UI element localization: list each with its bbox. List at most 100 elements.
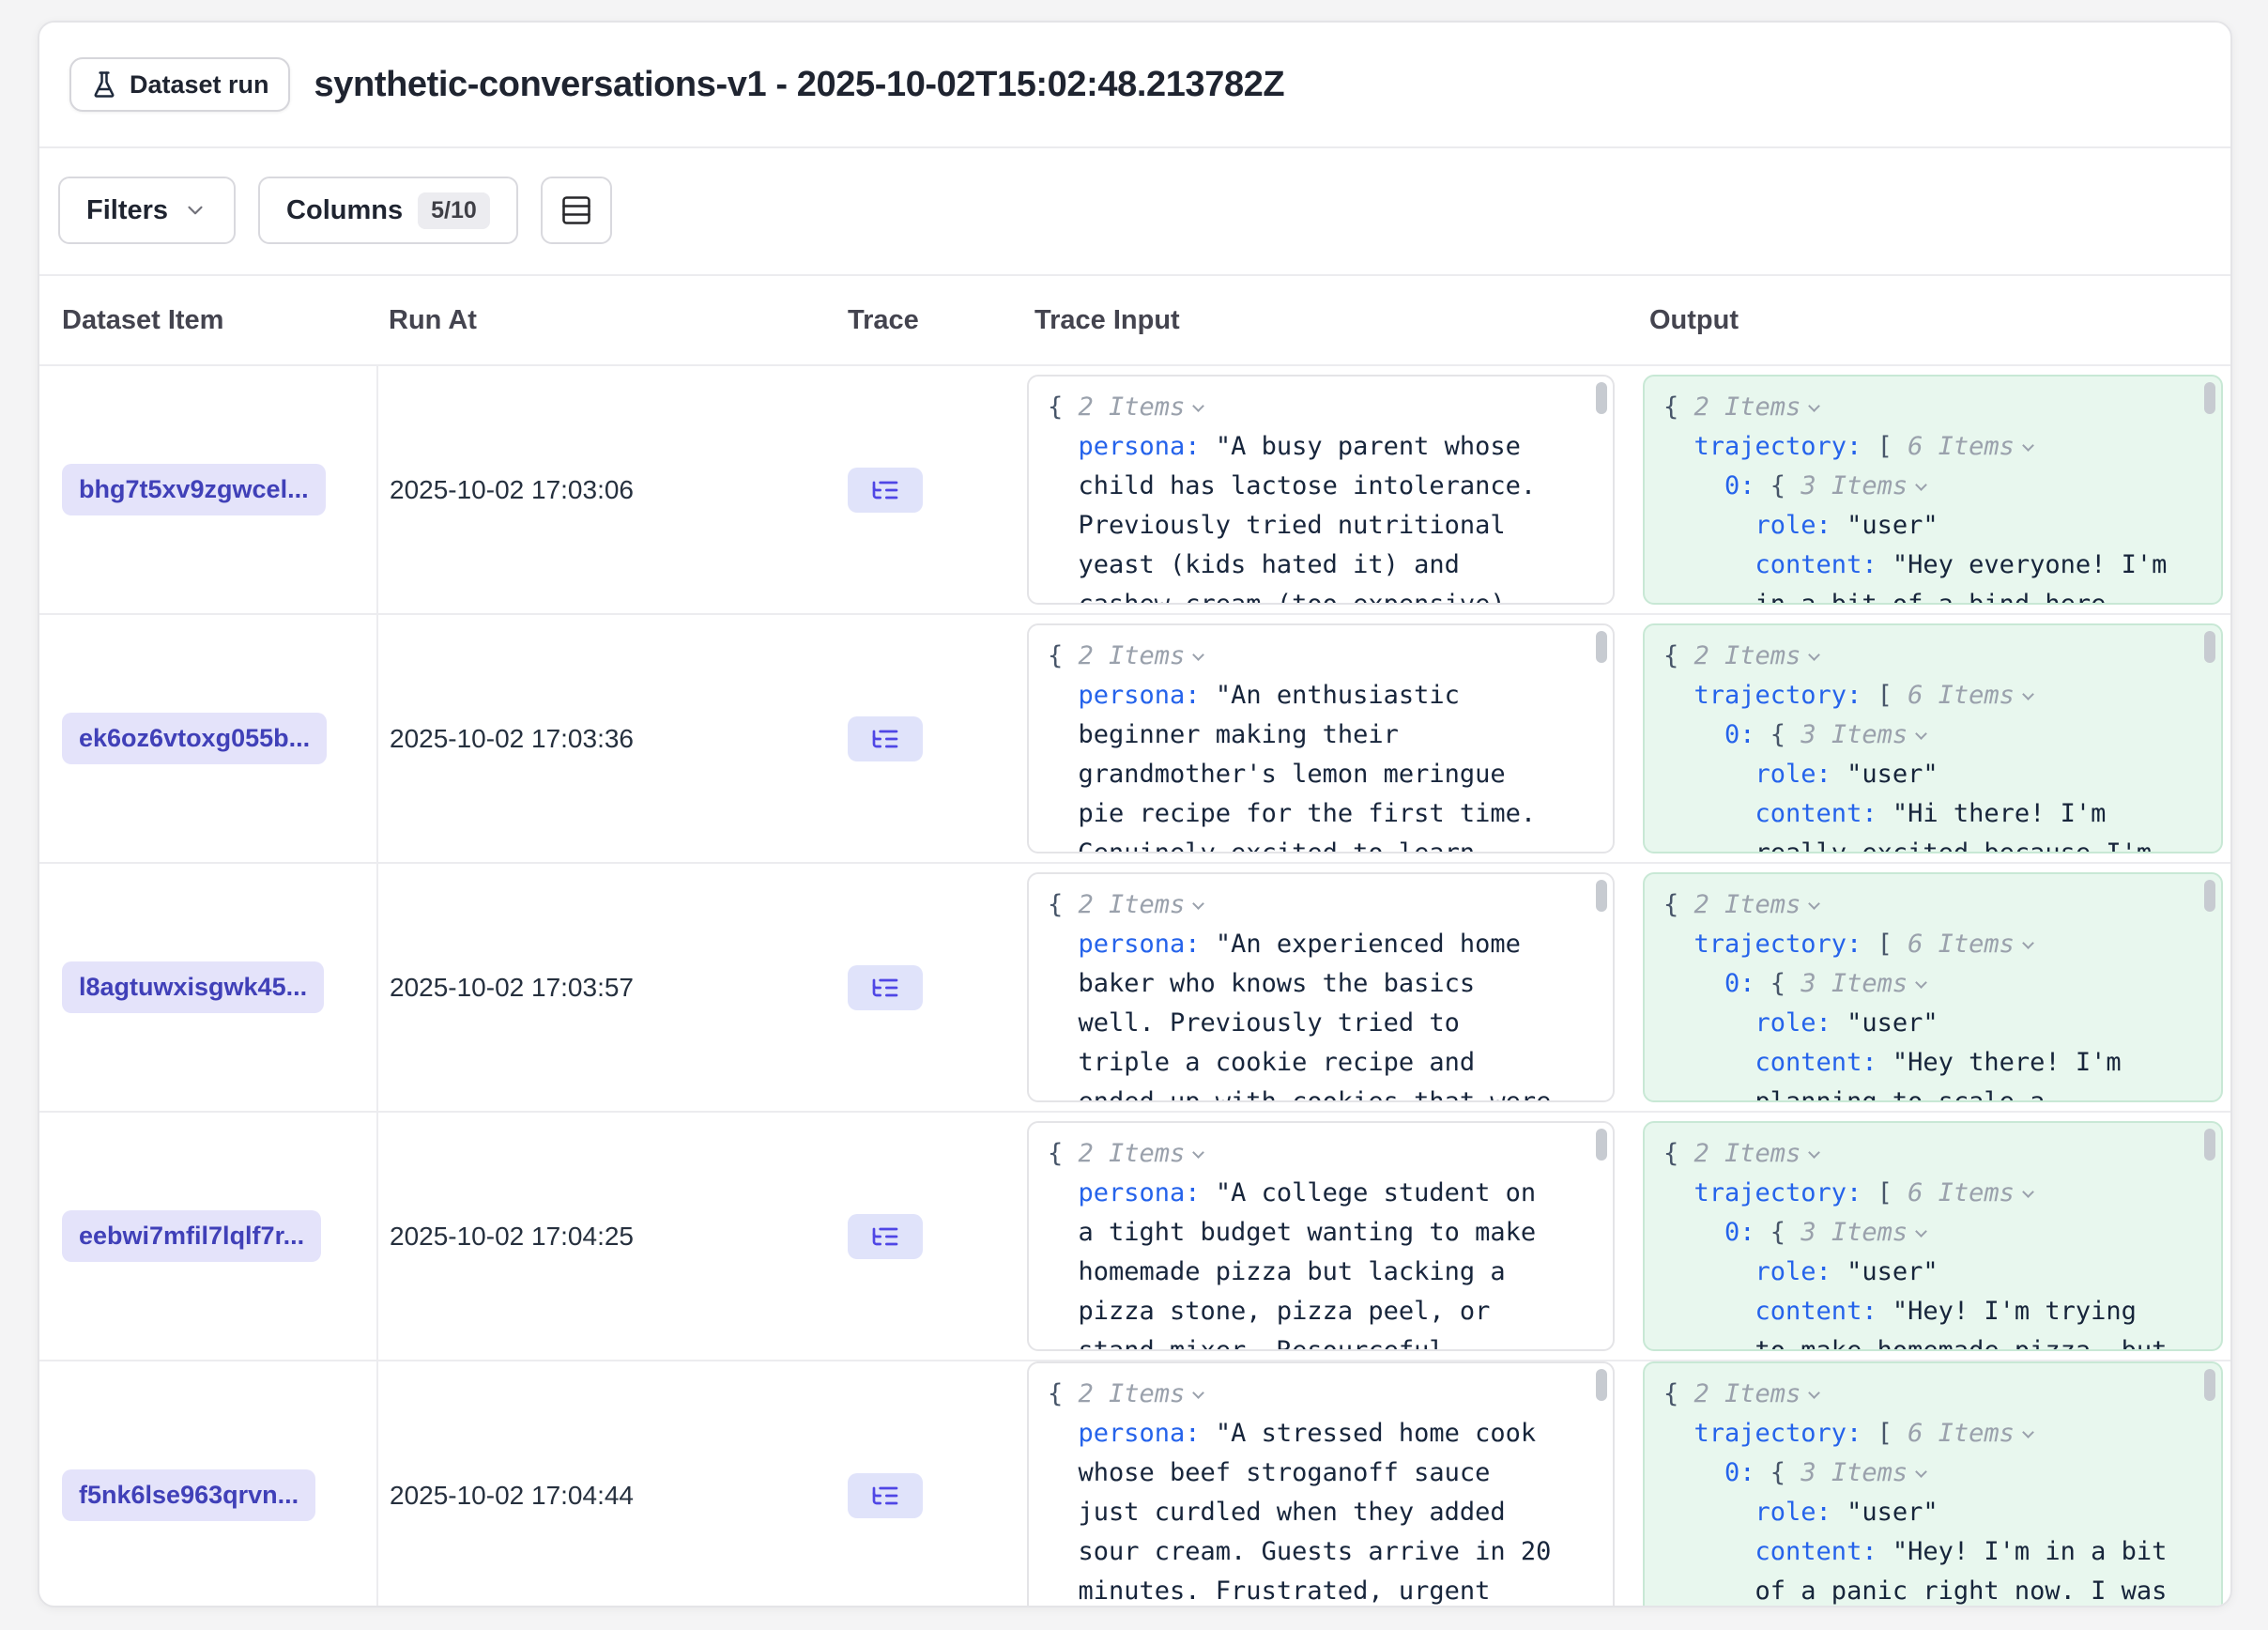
output-json[interactable]: { 2 Items trajectory: [ 6 Items 0: { 3 I… <box>1643 623 2223 853</box>
chevron-down-icon <box>1808 649 1820 661</box>
collapse-toggle[interactable]: 3 Items <box>1801 1218 1925 1247</box>
trace-cell <box>814 614 1006 863</box>
scrollbar-thumb[interactable] <box>2204 1369 2215 1401</box>
json-brace: { <box>1663 1139 1678 1168</box>
chevron-down-icon <box>1915 728 1927 740</box>
run-at-cell: 2025-10-02 17:03:57 <box>377 863 814 1112</box>
output-cell: { 2 Items trajectory: [ 6 Items 0: { 3 I… <box>1635 863 2230 1112</box>
filters-button[interactable]: Filters <box>58 177 236 244</box>
scrollbar-thumb[interactable] <box>2204 880 2215 912</box>
collapse-toggle[interactable]: 3 Items <box>1801 1458 1925 1487</box>
chevron-down-icon <box>2022 1426 2034 1438</box>
trace-button[interactable] <box>848 716 923 761</box>
column-header-trace: Trace <box>814 275 1006 365</box>
json-key: trajectory: <box>1694 681 1862 710</box>
collapse-toggle[interactable]: 2 Items <box>1694 1139 1819 1168</box>
json-brace: { <box>1770 720 1785 749</box>
dataset-item-pill[interactable]: l8agtuwxisgwk45... <box>62 961 324 1013</box>
chevron-down-icon <box>2022 1186 2034 1198</box>
output-json[interactable]: { 2 Items trajectory: [ 6 Items 0: { 3 I… <box>1643 375 2223 605</box>
trace-tree-icon <box>870 1222 900 1252</box>
json-key: persona: <box>1079 930 1201 959</box>
chevron-down-icon <box>1808 1146 1820 1159</box>
chevron-down-icon <box>2022 439 2034 452</box>
row-height-button[interactable] <box>541 177 612 244</box>
collapse-toggle[interactable]: 3 Items <box>1801 969 1925 998</box>
collapse-toggle[interactable]: 6 Items <box>1908 1178 2032 1207</box>
collapse-toggle[interactable]: 3 Items <box>1801 471 1925 500</box>
collapse-toggle[interactable]: 6 Items <box>1908 432 2032 461</box>
json-key: trajectory: <box>1694 432 1862 461</box>
dataset-item-pill[interactable]: bhg7t5xv9zgwcel... <box>62 464 326 515</box>
scrollbar-thumb[interactable] <box>2204 1129 2215 1161</box>
trace-tree-icon <box>870 475 900 505</box>
trace-input-cell: { 2 Items persona: "An enthusiastic begi… <box>1006 614 1635 863</box>
json-key: 0: <box>1724 471 1755 500</box>
trace-button[interactable] <box>848 468 923 513</box>
collapse-toggle[interactable]: 6 Items <box>1908 930 2032 959</box>
dataset-item-pill[interactable]: f5nk6lse963qrvn... <box>62 1469 315 1521</box>
chevron-down-icon <box>1192 400 1204 412</box>
chevron-down-icon <box>1915 479 1927 491</box>
collapse-toggle[interactable]: 2 Items <box>1079 1379 1203 1408</box>
json-value: "user" <box>1847 760 1939 789</box>
trace-tree-icon <box>870 1481 900 1511</box>
json-brace: { <box>1663 392 1678 422</box>
dataset-item-cell: l8agtuwxisgwk45... <box>39 863 377 1112</box>
json-key: trajectory: <box>1694 930 1862 959</box>
collapse-toggle[interactable]: 2 Items <box>1694 641 1819 670</box>
scrollbar-thumb[interactable] <box>2204 631 2215 663</box>
collapse-toggle[interactable]: 6 Items <box>1908 681 2032 710</box>
scrollbar-thumb[interactable] <box>1596 1369 1607 1401</box>
columns-button[interactable]: Columns 5/10 <box>258 177 518 244</box>
json-key: content: <box>1755 1048 1877 1077</box>
output-json[interactable]: { 2 Items trajectory: [ 6 Items 0: { 3 I… <box>1643 1361 2223 1607</box>
output-json[interactable]: { 2 Items trajectory: [ 6 Items 0: { 3 I… <box>1643 1121 2223 1351</box>
trace-input-json[interactable]: { 2 Items persona: "A college student on… <box>1027 1121 1615 1351</box>
dataset-item-pill[interactable]: eebwi7mfil7lqlf7r... <box>62 1210 321 1262</box>
collapse-toggle[interactable]: 2 Items <box>1079 890 1203 919</box>
json-key: persona: <box>1079 432 1201 461</box>
trace-button[interactable] <box>848 1214 923 1259</box>
trace-input-json[interactable]: { 2 Items persona: "An enthusiastic begi… <box>1027 623 1615 853</box>
collapse-toggle[interactable]: 6 Items <box>1908 1419 2032 1448</box>
output-json[interactable]: { 2 Items trajectory: [ 6 Items 0: { 3 I… <box>1643 872 2223 1102</box>
trace-button[interactable] <box>848 965 923 1010</box>
collapse-toggle[interactable]: 2 Items <box>1079 1139 1203 1168</box>
chevron-down-icon <box>1192 1146 1204 1159</box>
json-key: role: <box>1755 1008 1831 1038</box>
collapse-toggle[interactable]: 2 Items <box>1079 392 1203 422</box>
collapse-toggle[interactable]: 2 Items <box>1694 890 1819 919</box>
json-value: "user" <box>1847 1498 1939 1527</box>
scrollbar-thumb[interactable] <box>2204 382 2215 414</box>
trace-cell <box>814 863 1006 1112</box>
json-bracket: [ <box>1877 1419 1893 1448</box>
json-key: role: <box>1755 760 1831 789</box>
chevron-down-icon <box>1915 1466 1927 1478</box>
trace-input-json[interactable]: { 2 Items persona: "A busy parent whose … <box>1027 375 1615 605</box>
json-brace: { <box>1048 1139 1063 1168</box>
scrollbar-thumb[interactable] <box>1596 631 1607 663</box>
scrollbar-thumb[interactable] <box>1596 880 1607 912</box>
json-brace: { <box>1048 1379 1063 1408</box>
scrollbar-thumb[interactable] <box>1596 382 1607 414</box>
trace-button[interactable] <box>848 1473 923 1518</box>
dataset-item-pill[interactable]: ek6oz6vtoxg055b... <box>62 713 327 764</box>
scrollbar-thumb[interactable] <box>1596 1129 1607 1161</box>
trace-input-json[interactable]: { 2 Items persona: "A stressed home cook… <box>1027 1361 1615 1607</box>
json-key: persona: <box>1079 1178 1201 1207</box>
json-key: content: <box>1755 1537 1877 1566</box>
trace-input-json[interactable]: { 2 Items persona: "An experienced home … <box>1027 872 1615 1102</box>
collapse-toggle[interactable]: 2 Items <box>1694 392 1819 422</box>
collapse-toggle[interactable]: 2 Items <box>1079 641 1203 670</box>
json-key: role: <box>1755 1257 1831 1286</box>
collapse-toggle[interactable]: 2 Items <box>1694 1379 1819 1408</box>
trace-cell <box>814 1112 1006 1361</box>
json-bracket: [ <box>1877 432 1893 461</box>
trace-input-cell: { 2 Items persona: "A stressed home cook… <box>1006 1361 1635 1607</box>
collapse-toggle[interactable]: 3 Items <box>1801 720 1925 749</box>
run-at-cell: 2025-10-02 17:03:06 <box>377 365 814 614</box>
chevron-down-icon <box>1808 400 1820 412</box>
run-at-cell: 2025-10-02 17:04:25 <box>377 1112 814 1361</box>
json-key: role: <box>1755 1498 1831 1527</box>
